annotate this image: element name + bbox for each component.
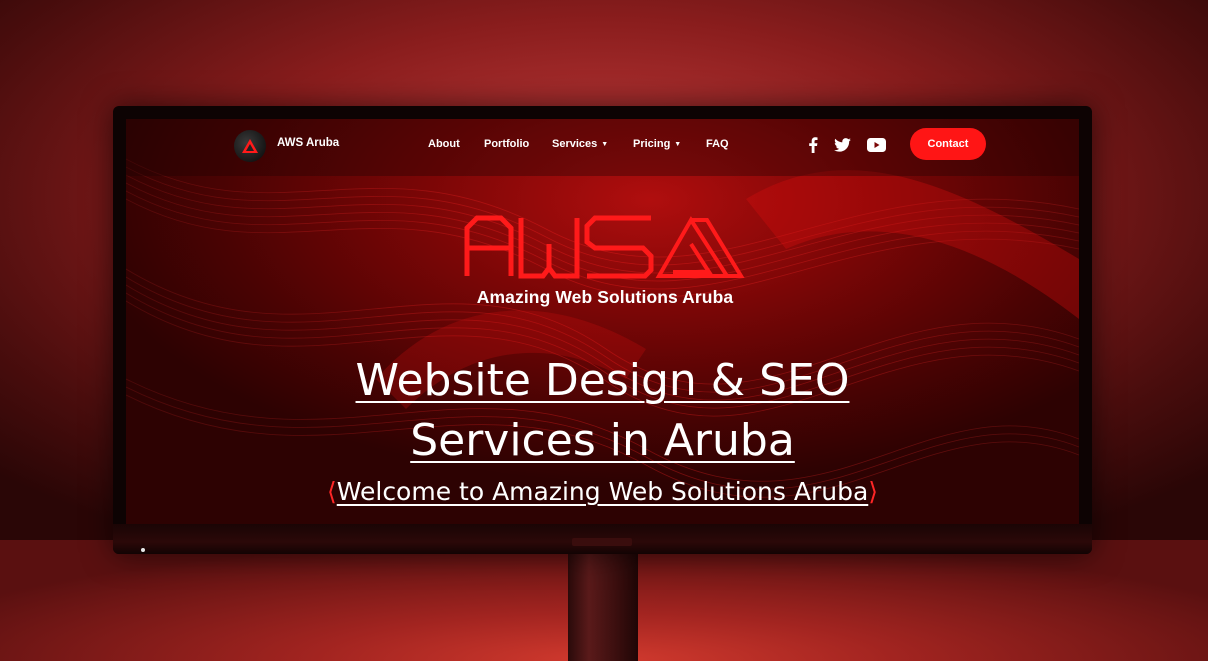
site-logo[interactable] — [234, 130, 266, 162]
brand-name[interactable]: AWS Aruba — [277, 137, 339, 149]
nav-pricing-label: Pricing — [633, 138, 671, 150]
hero-title-line-2: Services in Aruba — [410, 415, 795, 466]
monitor-brand-logo — [572, 538, 632, 546]
power-indicator — [141, 548, 145, 552]
nav-services-label: Services — [552, 138, 598, 150]
nav-about-label: About — [428, 138, 460, 150]
welcome-text: Welcome to Amazing Web Solutions Aruba — [336, 477, 869, 506]
welcome-heading: ⟨Welcome to Amazing Web Solutions Aruba⟩ — [126, 476, 1079, 508]
monitor: AWS Aruba About Portfolio Services ▼ Pri… — [113, 106, 1092, 554]
youtube-icon[interactable] — [865, 136, 887, 154]
twitter-icon[interactable] — [833, 136, 851, 154]
contact-button[interactable]: Contact — [910, 128, 986, 160]
nav-about[interactable]: About — [428, 138, 460, 150]
right-bracket-icon: ⟩ — [868, 477, 879, 506]
chevron-down-icon: ▼ — [601, 140, 609, 148]
logo-subtitle: Amazing Web Solutions Aruba — [476, 287, 734, 307]
hero-title-line-2-wrap: Services in Aruba — [126, 415, 1079, 467]
facebook-icon[interactable] — [804, 136, 822, 154]
nav-pricing[interactable]: Pricing ▼ — [633, 138, 681, 150]
nav-portfolio-label: Portfolio — [484, 138, 530, 150]
site-navbar: AWS Aruba About Portfolio Services ▼ Pri… — [126, 119, 1079, 176]
aws-wordmark-logo — [464, 215, 745, 279]
nav-portfolio[interactable]: Portfolio — [484, 138, 529, 150]
nav-faq[interactable]: FAQ — [706, 138, 729, 150]
triangle-logo-icon — [242, 139, 258, 153]
left-bracket-icon: ⟨ — [326, 477, 337, 506]
monitor-stand — [568, 552, 638, 661]
website-screen: AWS Aruba About Portfolio Services ▼ Pri… — [126, 119, 1079, 524]
monitor-bezel — [113, 524, 1092, 554]
chevron-down-icon: ▼ — [674, 140, 682, 148]
hero-title-line-1: Website Design & SEO — [355, 355, 850, 406]
nav-faq-label: FAQ — [706, 138, 729, 150]
hero-title-line-1-wrap: Website Design & SEO — [126, 355, 1079, 407]
nav-services[interactable]: Services ▼ — [552, 138, 608, 150]
